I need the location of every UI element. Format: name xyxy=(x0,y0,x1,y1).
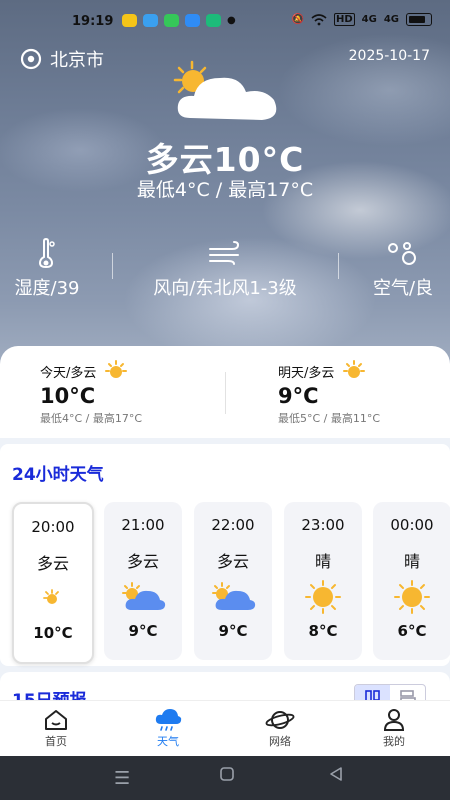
hour-condition: 晴 xyxy=(314,552,331,571)
current-date: 2025-10-17 xyxy=(348,48,430,64)
hour-temp: 9°C xyxy=(128,622,158,640)
day-divider xyxy=(225,372,226,414)
status-app-icons: ● xyxy=(122,14,236,27)
tab-weather-label: 天气 xyxy=(157,735,179,748)
system-nav-bar: ☰ xyxy=(0,756,450,800)
hd-badge: HD xyxy=(333,13,355,26)
today-temp: 10°C xyxy=(40,384,96,408)
hour-temp: 9°C xyxy=(218,622,248,640)
mute-icon: 🔕 xyxy=(291,14,304,25)
small-sun-cloud-icon xyxy=(105,360,128,378)
tab-network-label: 网络 xyxy=(269,735,291,748)
tab-me-label: 我的 xyxy=(383,735,405,748)
status-right: 🔕 HD 4G 4G xyxy=(292,13,432,26)
hour-condition: 晴 xyxy=(403,552,420,571)
dot-icon: ● xyxy=(227,15,236,26)
person-icon xyxy=(383,709,405,731)
location-selector[interactable]: 北京市 xyxy=(20,46,104,72)
wind-label: 风向/东北风1-3级 xyxy=(153,278,297,299)
sun-icon xyxy=(394,580,430,614)
status-bar: 19:19 ● 🔕 HD 4G 4G xyxy=(0,0,450,44)
hour-time: 00:00 xyxy=(390,516,434,534)
partly-cloudy-icon xyxy=(122,582,166,610)
tab-home-label: 首页 xyxy=(45,735,67,748)
partly-cloudy-icon xyxy=(173,60,277,120)
hourly-card[interactable]: 00:00 晴 6°C xyxy=(373,502,450,660)
air-bubbles-icon xyxy=(388,242,416,265)
wifi-app-icon xyxy=(122,14,137,27)
stat-divider xyxy=(112,253,113,279)
battery-icon xyxy=(406,13,432,26)
small-sun-cloud-icon xyxy=(343,360,366,378)
hour-temp: 6°C xyxy=(397,622,427,640)
weather-cloud-icon xyxy=(155,709,182,731)
sun-icon xyxy=(305,580,341,614)
humidity-label: 湿度/39 xyxy=(14,278,80,299)
planet-icon xyxy=(265,711,295,729)
signal-2-label: 4G xyxy=(383,14,399,25)
hour-condition: 多云 xyxy=(216,552,249,571)
phone-app-icon xyxy=(206,14,221,27)
city-name: 北京市 xyxy=(50,50,104,71)
hour-time: 22:00 xyxy=(211,516,255,534)
hour-time: 23:00 xyxy=(301,516,345,534)
weather-app-icon xyxy=(185,14,200,27)
tab-me[interactable]: 我的 xyxy=(354,707,434,749)
air-label: 空气/良 xyxy=(372,278,434,299)
hourly-card[interactable]: 21:00 多云 9°C xyxy=(104,502,182,660)
current-summary: 多云10°C xyxy=(145,140,305,179)
hour-time: 21:00 xyxy=(121,516,165,534)
message-app-icon xyxy=(164,14,179,27)
hour-condition: 多云 xyxy=(126,552,159,571)
tomorrow-label: 明天/多云 xyxy=(278,365,335,381)
stat-wind: 风向/东北风1-3级 xyxy=(138,238,312,300)
tab-network[interactable]: 网络 xyxy=(240,707,320,749)
tomorrow-temp: 9°C xyxy=(278,384,319,408)
stat-air: 空气/良 xyxy=(362,238,444,300)
tab-home[interactable]: 首页 xyxy=(16,707,96,749)
browser-app-icon xyxy=(143,14,158,27)
hourly-title: 24小时天气 xyxy=(12,465,104,485)
hour-time: 20:00 xyxy=(31,518,75,536)
hour-temp: 10°C xyxy=(33,624,73,642)
back-nav-icon[interactable] xyxy=(328,766,344,787)
tomorrow-summary[interactable]: 明天/多云 9°C 最低5°C / 最高11°C xyxy=(278,360,380,426)
small-sun-icon xyxy=(43,589,59,604)
hour-condition: 多云 xyxy=(36,554,69,573)
two-day-summary-card: 今天/多云 10°C 最低4°C / 最高17°C 明天/多云 9°C 最低5°… xyxy=(0,346,450,438)
signal-1-label: 4G xyxy=(361,14,377,25)
hourly-forecast-section: 24小时天气 20:00 多云 10°C 21:00 多云 9°C 22:00 … xyxy=(0,444,450,666)
bottom-tab-bar: 首页 天气 网络 我的 xyxy=(0,700,450,757)
wind-icon xyxy=(209,241,240,265)
hourly-card[interactable]: 22:00 多云 9°C xyxy=(194,502,272,660)
hourly-card[interactable]: 20:00 多云 10°C xyxy=(12,502,94,664)
tomorrow-minmax: 最低5°C / 最高11°C xyxy=(278,412,381,425)
hour-temp: 8°C xyxy=(308,622,338,640)
menu-nav-icon[interactable]: ☰ xyxy=(114,768,130,789)
today-minmax: 最低4°C / 最高17°C xyxy=(40,412,143,425)
stat-humidity: 湿度/39 xyxy=(6,238,88,300)
location-pin-icon xyxy=(20,48,42,70)
today-summary[interactable]: 今天/多云 10°C 最低4°C / 最高17°C xyxy=(40,360,142,426)
status-time: 19:19 xyxy=(72,14,114,29)
home-nav-icon[interactable] xyxy=(219,766,235,787)
today-label: 今天/多云 xyxy=(40,365,97,381)
home-icon xyxy=(45,710,67,730)
wifi-icon xyxy=(311,13,327,25)
thermometer-icon xyxy=(38,238,55,268)
partly-cloudy-icon xyxy=(212,582,256,610)
stat-divider xyxy=(338,253,339,279)
hourly-card[interactable]: 23:00 晴 8°C xyxy=(284,502,362,660)
temp-range: 最低4°C / 最高17°C xyxy=(136,179,314,201)
tab-weather[interactable]: 天气 xyxy=(128,707,208,749)
